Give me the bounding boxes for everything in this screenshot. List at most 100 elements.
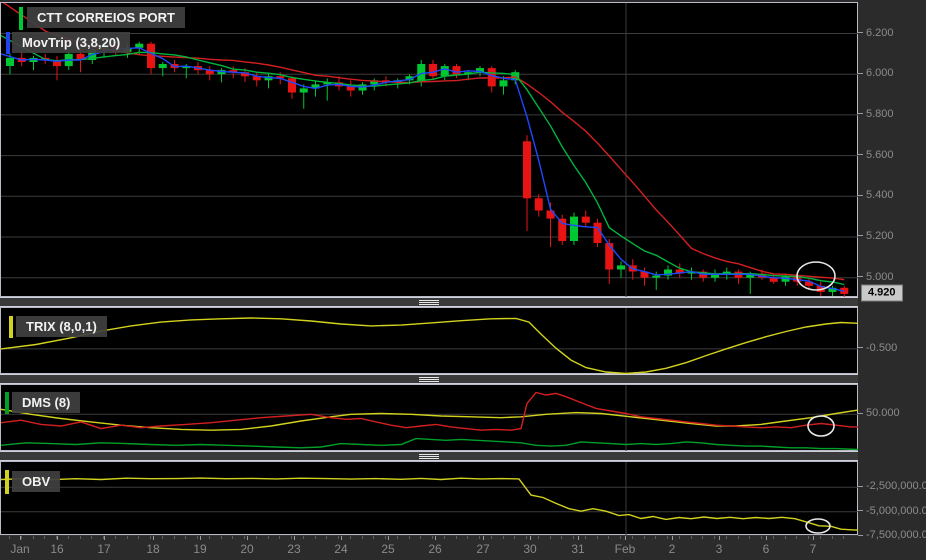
movtrip-indicator-label[interactable]: MovTrip (3,8,20) <box>12 32 131 53</box>
date-minor-tick <box>126 536 128 539</box>
date-major-tick <box>341 536 342 540</box>
price-axis-tick-label: 5.800 <box>858 108 894 120</box>
trix-panel[interactable] <box>0 307 859 375</box>
splitter-grip-icon[interactable] <box>419 300 439 305</box>
date-minor-tick <box>349 536 351 539</box>
date-minor-tick <box>831 536 833 539</box>
price-axis-tick-label: 5.200 <box>858 230 894 242</box>
symbol-title-label[interactable]: CTT CORREIOS PORT <box>27 7 185 28</box>
date-minor-tick <box>385 536 386 539</box>
date-minor-tick <box>678 536 680 539</box>
date-minor-tick <box>232 536 234 539</box>
date-minor-tick <box>479 536 480 539</box>
date-minor-tick <box>267 536 269 539</box>
obv-panel[interactable] <box>0 461 859 536</box>
date-major-tick <box>57 536 58 540</box>
obv-line <box>1 477 859 531</box>
date-minor-tick <box>302 536 304 539</box>
dms-plot-canvas[interactable] <box>1 385 859 452</box>
date-minor-tick <box>490 536 492 539</box>
date-minor-tick <box>79 536 81 539</box>
obv-axis-tick-label: -2,500,000.0 <box>858 480 926 492</box>
date-minor-tick <box>173 536 175 539</box>
date-minor-tick <box>796 536 798 539</box>
date-label: 17 <box>97 542 111 556</box>
date-minor-tick <box>537 536 539 539</box>
date-label: 16 <box>50 542 64 556</box>
date-label: 24 <box>334 542 348 556</box>
obv-plot-canvas[interactable] <box>1 462 859 536</box>
date-minor-tick <box>361 536 363 539</box>
date-label: 20 <box>240 542 254 556</box>
date-minor-tick <box>420 536 422 539</box>
candle-body <box>523 141 531 199</box>
date-label: 26 <box>428 542 442 556</box>
trix-plot-canvas[interactable] <box>1 308 859 375</box>
date-major-tick <box>483 536 484 540</box>
date-minor-tick <box>608 536 610 539</box>
dms-indicator-label[interactable]: DMS (8) <box>12 392 81 413</box>
obv-axis-tick-label: -7,500,000.0 <box>858 529 926 541</box>
date-minor-tick <box>220 536 222 539</box>
date-minor-tick <box>150 536 151 539</box>
tick-dash-icon <box>858 276 863 278</box>
tick-dash-icon <box>858 194 863 196</box>
tick-dash-icon <box>858 113 863 115</box>
date-minor-tick <box>208 536 210 539</box>
date-minor-tick <box>396 536 398 539</box>
trix-axis-tick-label: -0.500 <box>858 342 897 354</box>
trading-chart-window: CTT CORREIOS PORT MovTrip (3,8,20) TRIX … <box>0 0 926 560</box>
date-major-tick <box>672 536 673 540</box>
date-minor-tick <box>761 536 762 539</box>
dms-panel[interactable] <box>0 384 859 452</box>
date-minor-tick <box>326 536 328 539</box>
splitter-grip-icon[interactable] <box>419 454 439 459</box>
date-minor-tick <box>9 536 10 539</box>
obv-indicator-label[interactable]: OBV <box>12 471 61 492</box>
date-label: Jan <box>10 542 30 556</box>
tick-dash-icon <box>858 534 863 536</box>
date-minor-tick <box>573 536 574 539</box>
date-minor-tick <box>373 536 375 539</box>
trix-indicator-label[interactable]: TRIX (8,0,1) <box>16 316 107 337</box>
date-minor-tick <box>255 536 257 539</box>
date-minor-tick <box>631 536 633 539</box>
panel-splitter-2[interactable] <box>0 374 858 384</box>
adx-line <box>1 408 859 431</box>
date-minor-tick <box>749 536 751 539</box>
price-axis-tick-label: 5.400 <box>858 189 894 201</box>
candle-body <box>288 78 296 93</box>
date-major-tick <box>200 536 201 540</box>
date-minor-tick <box>690 536 692 539</box>
date-minor-tick <box>197 536 198 539</box>
date-minor-tick <box>620 536 621 539</box>
tick-dash-icon <box>858 72 863 74</box>
value-axis[interactable]: 4.920 6.200 6.000 5.800 5.600 5.400 5.200 5.00… <box>858 0 926 560</box>
date-minor-tick <box>514 536 516 539</box>
dms-axis-tick-label: 50.000 <box>858 407 900 419</box>
date-minor-tick <box>244 536 245 539</box>
candle-body <box>6 57 14 66</box>
obv-color-swatch <box>5 470 9 494</box>
date-major-tick <box>294 536 295 540</box>
date-minor-tick <box>32 536 34 539</box>
panel-splitter-3[interactable] <box>0 451 858 461</box>
ellipse-annotation[interactable] <box>807 415 835 437</box>
candle-body <box>652 275 661 278</box>
date-axis[interactable]: Jan 16 17 18 19 20 23 24 25 26 27 30 31 Feb 2 3 6 7 <box>0 536 858 560</box>
date-minor-tick <box>561 536 563 539</box>
price-axis-tick-label: 6.000 <box>858 67 894 79</box>
date-minor-tick <box>291 536 292 539</box>
splitter-grip-icon[interactable] <box>419 377 439 382</box>
candle-body <box>534 198 543 211</box>
trix-line <box>1 317 859 375</box>
date-major-tick <box>104 536 105 540</box>
date-major-tick <box>530 536 531 540</box>
date-minor-tick <box>161 536 163 539</box>
panel-splitter-1[interactable] <box>0 297 858 307</box>
date-label: 25 <box>381 542 395 556</box>
price-axis-tick-label: 5.000 <box>858 271 894 283</box>
candle-body <box>605 243 614 270</box>
date-major-tick <box>388 536 389 540</box>
dms-color-swatch <box>5 392 9 414</box>
